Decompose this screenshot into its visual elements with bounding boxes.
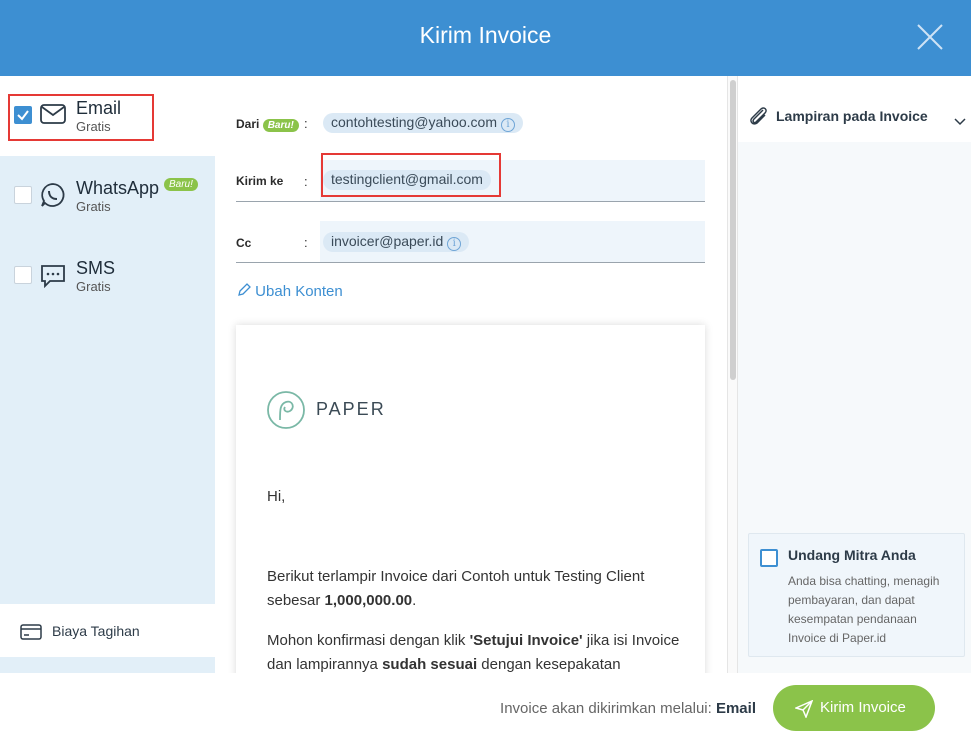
attachment-panel: Lampiran pada Invoice Undang Mitra Anda … [737,76,971,673]
modal-footer: Invoice akan dikirimkan melalui: Email K… [0,673,971,740]
info-icon[interactable]: i [500,118,515,132]
whatsapp-icon [41,183,65,207]
channel-whatsapp[interactable]: WhatsApp Baru! Gratis [0,156,215,236]
compose-scrollbar[interactable] [727,76,737,673]
cc-colon: : [304,235,308,250]
invite-checkbox[interactable] [760,549,778,567]
paperclip-icon [750,107,767,125]
to-colon: : [304,174,308,189]
to-highlight-box [321,153,501,197]
send-invoice-label: Kirim Invoice [820,699,906,716]
chevron-down-icon[interactable] [954,118,966,126]
from-email-chip[interactable]: contohtesting@yahoo.com i [323,113,523,133]
billing-label: Biaya Tagihan [52,623,140,639]
attachment-title[interactable]: Lampiran pada Invoice [776,108,928,124]
close-icon[interactable] [917,24,943,50]
send-invoice-button[interactable]: Kirim Invoice [773,685,935,731]
from-label: Dari Baru! [236,117,299,132]
pencil-icon [238,283,251,296]
invoice-amount-text: Berikut terlampir Invoice dari Contoh un… [267,568,645,609]
to-underline [236,201,705,202]
edit-content-link[interactable]: Ubah Konten [237,283,343,300]
channel-whatsapp-name: WhatsApp [76,178,160,198]
billing-item[interactable]: Biaya Tagihan [0,604,215,657]
greeting-text: Hi, [267,488,286,505]
to-label: Kirim ke [236,174,284,188]
channel-sms[interactable]: SMS Gratis [0,236,215,316]
cc-underline [236,262,705,263]
cc-email-chip[interactable]: invoicer@paper.id i [323,232,470,252]
whatsapp-checkbox[interactable] [14,186,32,204]
card-icon [20,624,42,640]
modal-header: Kirim Invoice [0,0,971,76]
info-icon[interactable]: i [447,237,462,251]
invite-text: Anda bisa chatting, menagih pembayaran, … [788,574,940,645]
cc-label: Cc [236,236,252,250]
sms-checkbox[interactable] [14,266,32,284]
channel-sms-name: SMS [76,258,116,278]
channel-whatsapp-sub: Gratis [76,199,111,214]
from-new-badge: Baru! [262,119,299,132]
channel-sms-sub: Gratis [76,279,111,294]
sms-icon [41,265,65,288]
channel-sidebar: Email Gratis WhatsApp Baru! Gratis SMS G… [0,76,215,673]
new-badge: Baru! [164,178,198,191]
invite-partner-card: Undang Mitra Anda Anda bisa chatting, me… [748,533,965,657]
email-preview: PAPER Hi, Berikut terlampir Invoice dari… [236,325,705,673]
from-colon: : [304,116,308,131]
send-via-text: Invoice akan dikirimkan melalui: Email [500,700,756,717]
scroll-thumb[interactable] [730,80,736,380]
confirm-text: Mohon konfirmasi dengan klik 'Setujui In… [267,632,680,673]
compose-panel: Dari Baru! : contohtesting@yahoo.com i Ki… [215,76,727,673]
paper-logo-text: PAPER [316,399,386,419]
invite-title: Undang Mitra Anda [788,547,916,563]
modal-title: Kirim Invoice [419,22,552,48]
send-icon [795,700,813,718]
paper-logo-icon [267,391,305,429]
email-highlight-box [8,94,154,141]
